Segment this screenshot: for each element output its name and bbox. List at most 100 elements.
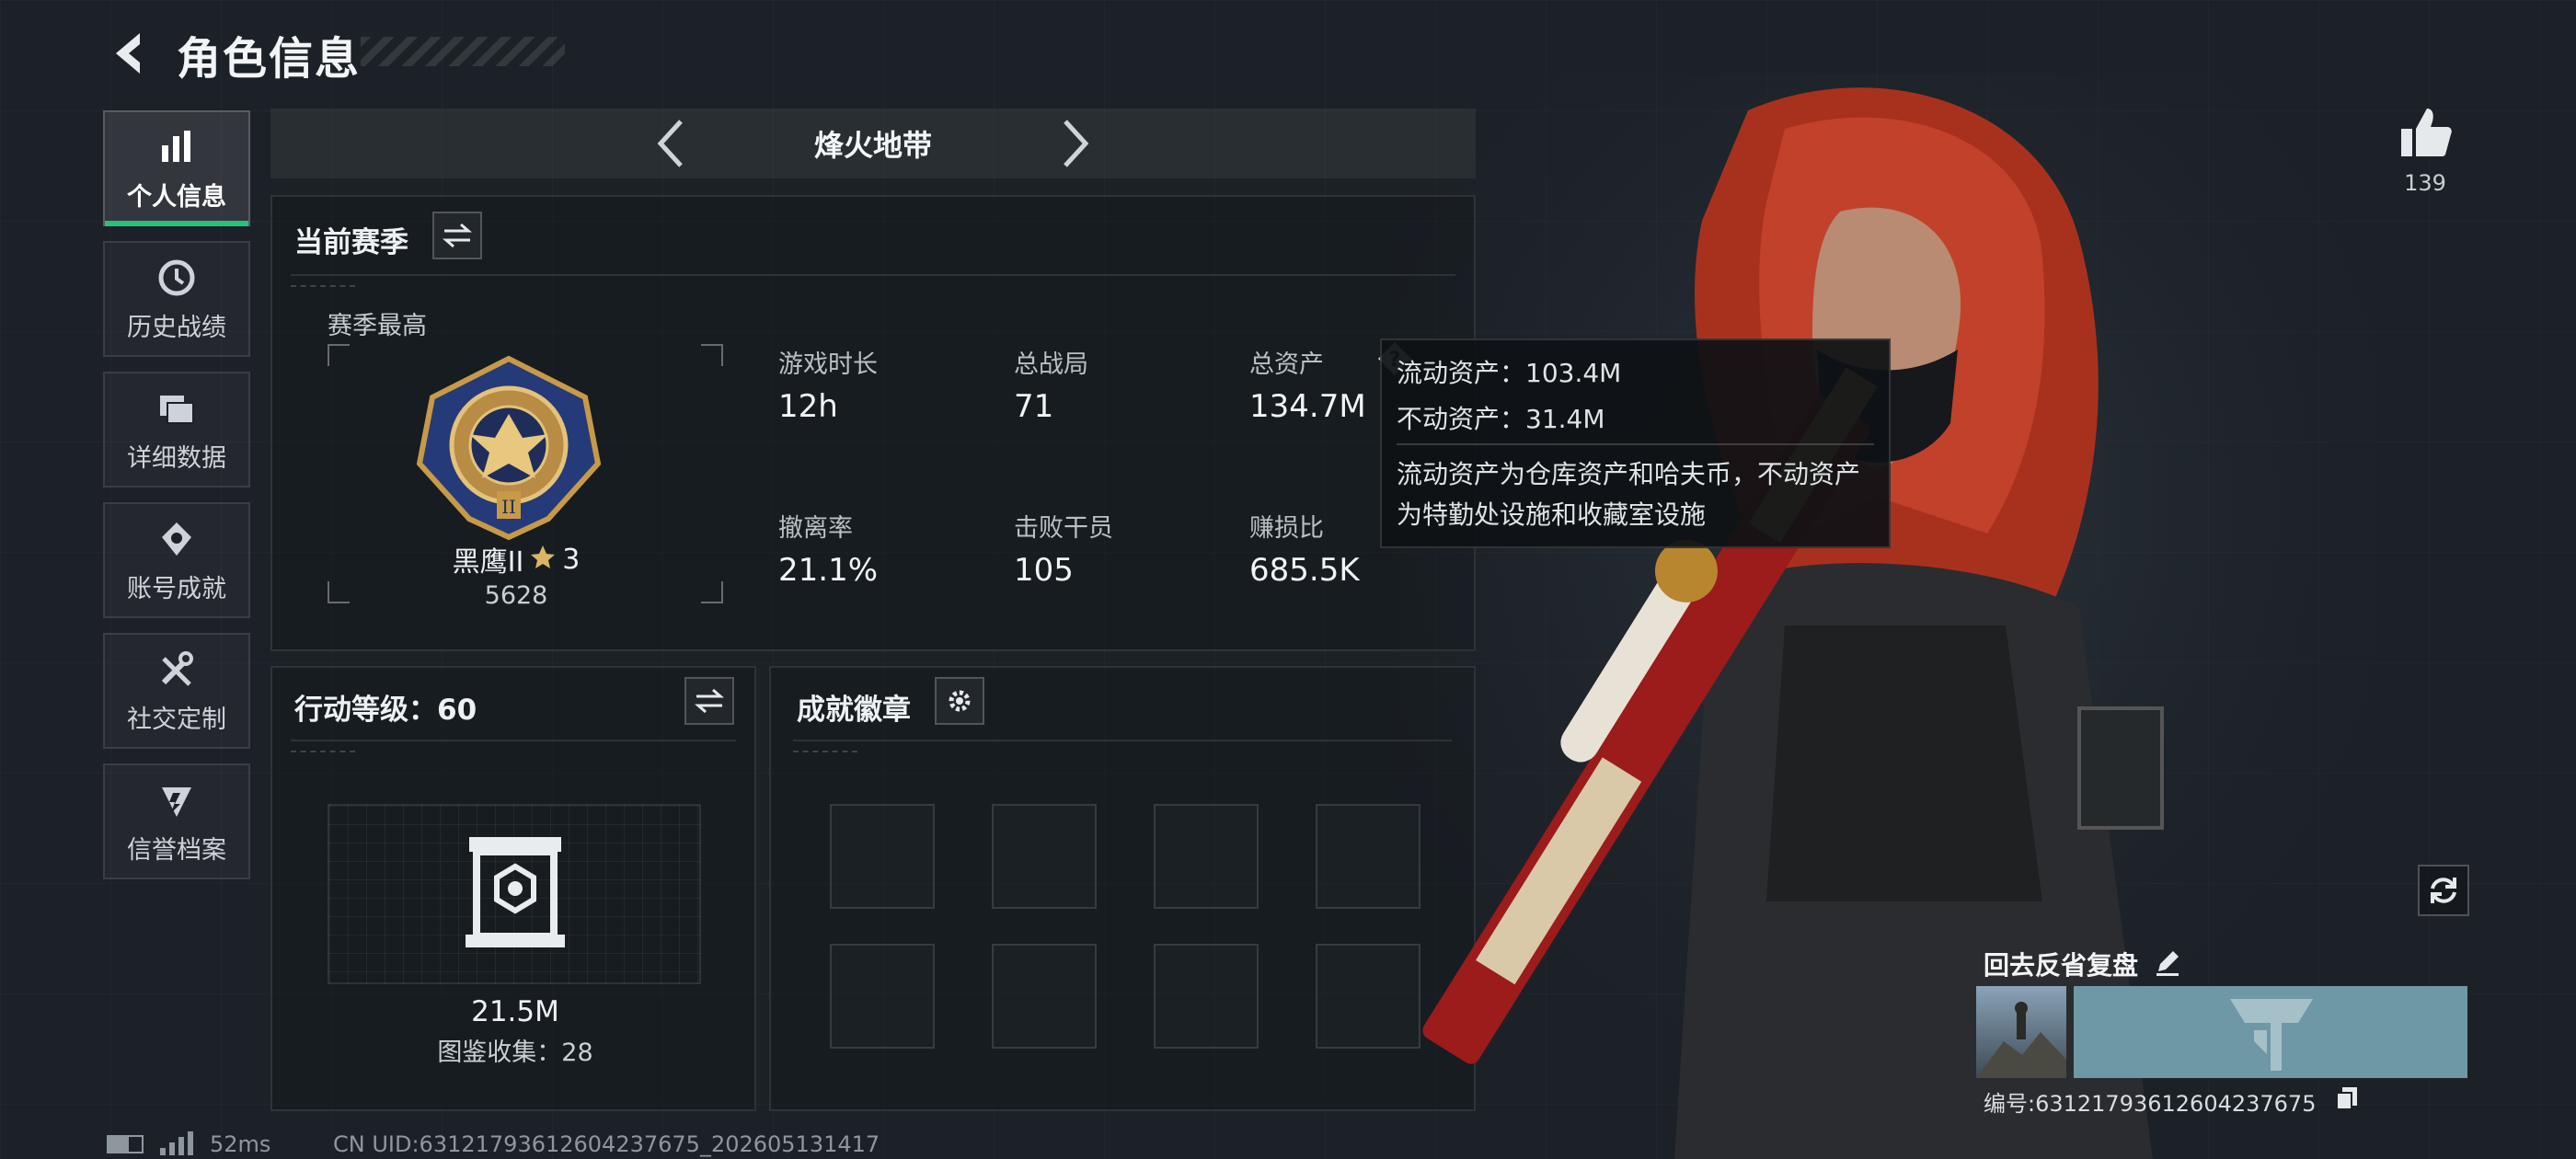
thumbs-up-icon xyxy=(2401,109,2452,156)
stat-label: 总资产 xyxy=(1249,350,1324,379)
sidebar-item-history[interactable]: 历史战绩 xyxy=(103,241,250,357)
badge-slot[interactable] xyxy=(1154,804,1259,909)
refresh-icon xyxy=(2431,878,2456,903)
sidebar-item-label: 历史战绩 xyxy=(127,313,226,342)
sidebar-item-credit[interactable]: 信誉档案 xyxy=(103,763,250,879)
stat-value: 21.1% xyxy=(778,552,879,589)
sidebar-item-social[interactable]: 社交定制 xyxy=(103,633,250,749)
frame-corner xyxy=(701,581,723,603)
stat-value: 685.5K xyxy=(1249,552,1360,589)
stat-label: 击败干员 xyxy=(1014,514,1113,543)
copy-icon xyxy=(2336,1087,2357,1110)
action-level-value: 21.5M xyxy=(471,995,559,1028)
like-count: 139 xyxy=(2404,170,2446,196)
mode-title: 烽火地带 xyxy=(813,128,932,163)
gear-icon xyxy=(949,690,971,712)
sidebar-item-label: 详细数据 xyxy=(127,443,226,473)
decor-tag xyxy=(291,751,355,754)
mode-selector: 烽火地带 xyxy=(270,109,1476,178)
sidebar-item-achievements[interactable]: 账号成就 xyxy=(103,502,250,618)
collection-count: 图鉴收集：28 xyxy=(437,1039,593,1067)
decor-tag xyxy=(793,751,857,754)
replay-id: 编号:6312179361260423767​5 xyxy=(1984,1091,2317,1117)
frame-corner xyxy=(701,344,723,366)
svg-text:II: II xyxy=(501,496,516,518)
badges-title: 成就徽章 xyxy=(797,694,911,727)
replay-thumbnail[interactable] xyxy=(1976,986,2066,1078)
sidebar-item-label: 个人信息 xyxy=(127,182,226,212)
sidebar-item-label: 社交定制 xyxy=(127,705,226,734)
action-level-switch-button[interactable] xyxy=(684,677,734,725)
stat-label: 总战局 xyxy=(1014,350,1088,379)
sidebar-item-label: 信誉档案 xyxy=(127,835,226,865)
badge-slot[interactable] xyxy=(992,944,1097,1049)
season-best-label: 赛季最高 xyxy=(328,312,427,340)
folders-icon xyxy=(155,386,199,430)
badges-panel: 成就徽章 xyxy=(769,666,1476,1111)
stat-label: 撤离率 xyxy=(778,514,853,543)
stat-value: 12h xyxy=(778,388,838,425)
swap-icon xyxy=(443,223,472,248)
clock-icon xyxy=(155,256,199,300)
replay-banner[interactable] xyxy=(2074,986,2467,1078)
badge-slot[interactable] xyxy=(1154,944,1259,1049)
ping-value: 52ms xyxy=(210,1131,271,1157)
replay-title: 回去反省复盘 xyxy=(1984,950,2139,981)
swap-icon xyxy=(695,688,724,714)
tooltip-description-line2: 为特勤处设施和收藏室设施 xyxy=(1397,499,1707,530)
rank-stars: 3 xyxy=(562,543,581,576)
sidebar-item-label: 账号成就 xyxy=(127,574,226,603)
copy-button[interactable] xyxy=(2335,1085,2359,1111)
achievement-icon xyxy=(155,517,199,561)
stat-value: 134.7M xyxy=(1249,388,1366,425)
mode-prev-button[interactable] xyxy=(646,118,697,169)
mode-next-button[interactable] xyxy=(1049,118,1100,169)
badge-slot[interactable] xyxy=(830,804,935,909)
tooltip-fixed-assets: 不动资产：31.4M xyxy=(1397,404,1605,434)
decor-tag xyxy=(291,285,355,289)
sidebar-item-detailed-data[interactable]: 详细数据 xyxy=(103,372,250,488)
stat-label: 赚损比 xyxy=(1249,514,1324,543)
collection-display xyxy=(328,804,701,984)
badge-slot[interactable] xyxy=(992,804,1097,909)
collection-case-icon xyxy=(466,833,565,953)
edit-name-button[interactable] xyxy=(2153,947,2182,977)
season-panel: 当前赛季 赛季最高 II 黑鹰II 3 5628 游戏时长 12h 总战局 71… xyxy=(270,195,1476,651)
page-title: 角色信息 xyxy=(177,33,362,85)
frame-corner xyxy=(328,344,350,366)
bar-chart-icon xyxy=(155,125,199,169)
title-decoration xyxy=(361,37,565,66)
divider xyxy=(291,274,1455,276)
back-button[interactable] xyxy=(101,24,156,83)
tooltip-liquid-assets: 流动资产：103.4M xyxy=(1397,358,1622,388)
chevron-right-icon xyxy=(1064,120,1089,167)
asset-tooltip: 流动资产：103.4M 不动资产：31.4M 流动资产为仓库资产和哈夫币，不动资… xyxy=(1380,339,1891,548)
sidebar-item-personal-info[interactable]: 个人信息 xyxy=(103,110,250,226)
badge-slot[interactable] xyxy=(830,944,935,1049)
chevron-left-icon xyxy=(657,120,683,167)
star-icon xyxy=(529,544,557,575)
tooltip-divider xyxy=(1397,443,1874,445)
rank-emblem: II xyxy=(410,353,607,541)
divider xyxy=(793,740,1452,741)
signal-icon xyxy=(158,1131,195,1155)
uid-text: CN UID:63121793612604237675_202605131417 xyxy=(333,1131,880,1157)
like-button[interactable] xyxy=(2396,103,2455,162)
stat-label: 游戏时长 xyxy=(778,350,878,379)
back-arrow-icon xyxy=(116,33,140,74)
divider xyxy=(291,740,736,741)
emblem-logo-icon xyxy=(2230,999,2313,1071)
season-switch-button[interactable] xyxy=(432,212,482,259)
stat-value: 105 xyxy=(1014,552,1074,589)
pencil-icon xyxy=(2156,951,2179,976)
stat-value: 71 xyxy=(1014,388,1054,425)
season-title: 当前赛季 xyxy=(294,226,408,259)
battery-icon xyxy=(107,1135,144,1153)
badges-settings-button[interactable] xyxy=(935,677,984,725)
refresh-button[interactable] xyxy=(2418,865,2469,916)
action-level-panel: 行动等级：60 21.5M 图鉴收集：28 xyxy=(270,666,756,1111)
tools-icon xyxy=(155,648,199,692)
rank-name: 黑鹰II xyxy=(452,546,524,579)
credit-shield-icon xyxy=(155,778,199,822)
action-level-title: 行动等级：60 xyxy=(294,694,477,727)
